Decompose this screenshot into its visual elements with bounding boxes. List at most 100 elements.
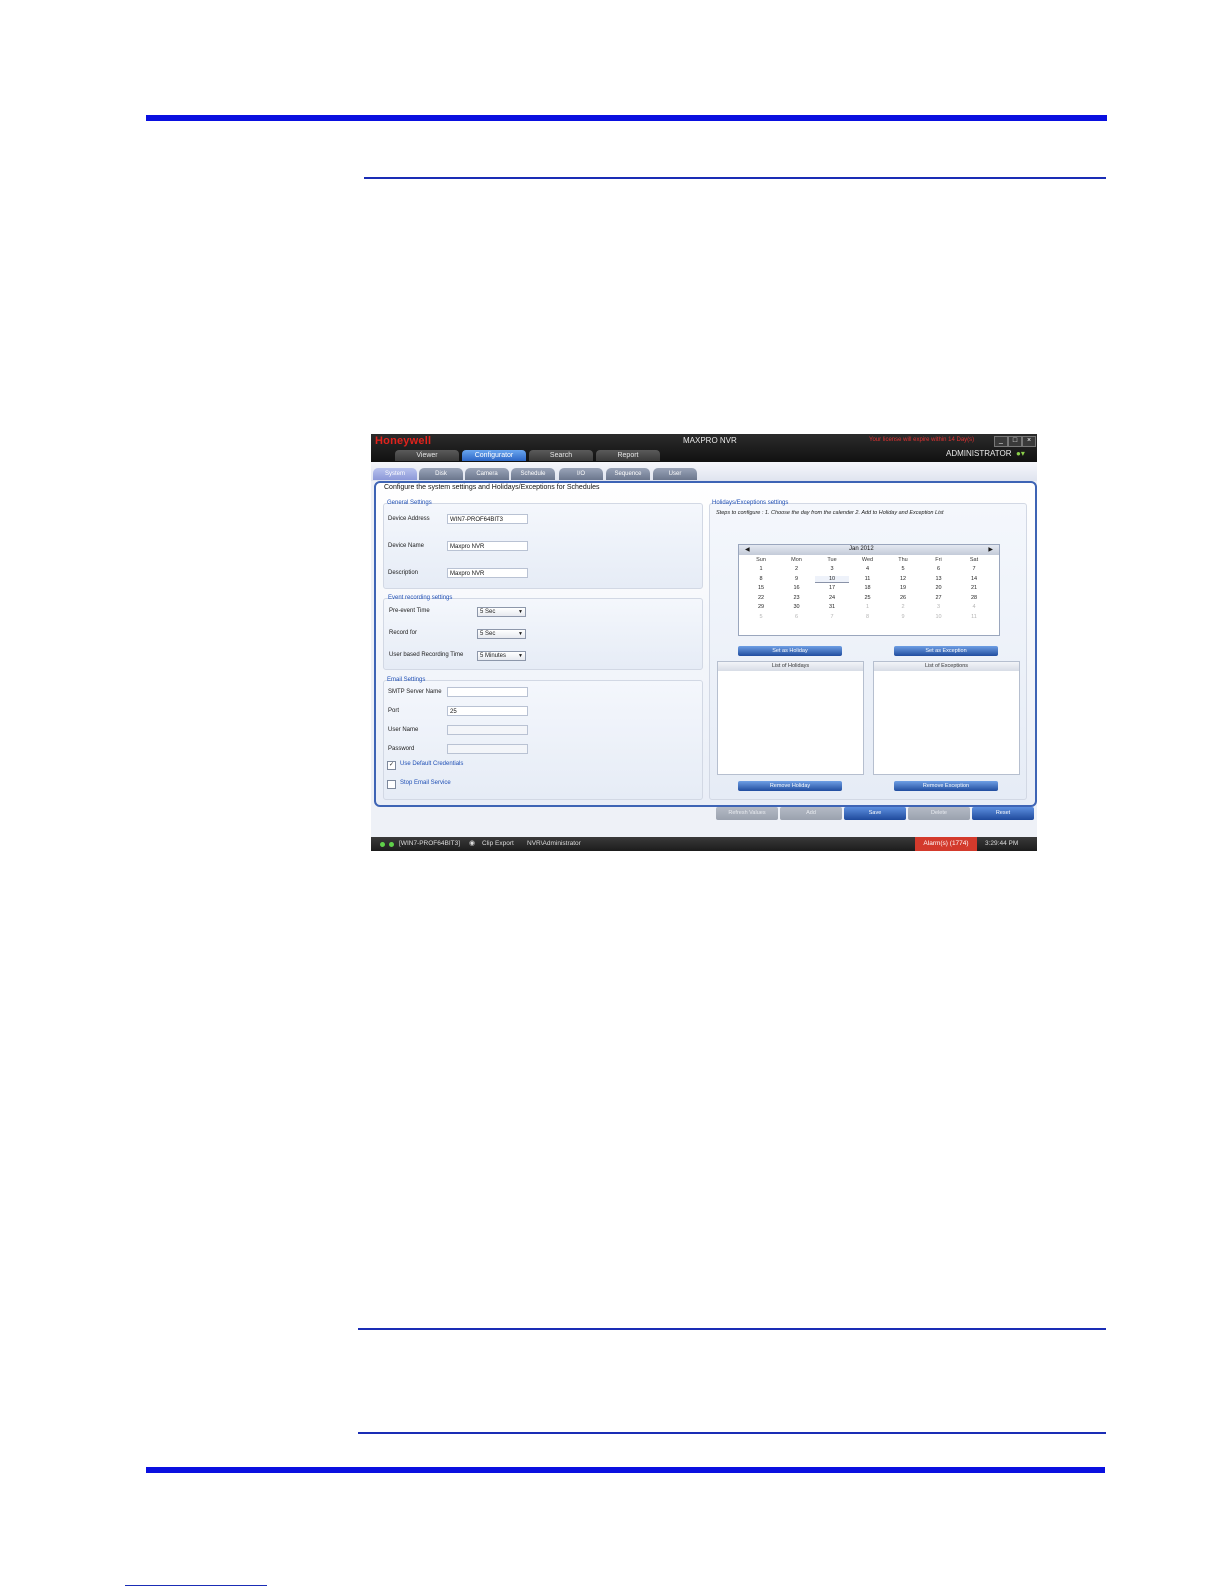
calendar-day[interactable]: 23 (780, 595, 814, 601)
calendar-day[interactable]: 3 (815, 566, 849, 572)
calendar-day[interactable]: 10 (815, 575, 849, 583)
reset-button[interactable]: Reset (972, 807, 1034, 820)
pre-event-select[interactable]: 5 Sec ▼ (477, 607, 526, 617)
calendar-day[interactable]: 2 (886, 604, 920, 610)
calendar-day[interactable]: 4 (851, 566, 885, 572)
event-recording-group (383, 598, 703, 670)
tab-viewer[interactable]: Viewer (395, 450, 459, 461)
calendar-day[interactable]: 6 (780, 614, 814, 620)
calendar-day[interactable]: 13 (922, 576, 956, 582)
user-recording-select[interactable]: 5 Minutes ▼ (477, 651, 526, 661)
calendar-day[interactable]: 31 (815, 604, 849, 610)
stop-email-checkbox[interactable] (387, 780, 396, 789)
calendar-day[interactable]: 8 (851, 614, 885, 620)
clip-export-icon[interactable]: ◉ (469, 839, 475, 847)
port-field[interactable]: 25 (447, 706, 528, 716)
device-address-field[interactable]: WIN7-PROF64BIT3 (447, 514, 528, 524)
calendar-day[interactable]: 28 (957, 595, 991, 601)
next-month-icon[interactable]: ▶ (988, 546, 993, 553)
calendar-day[interactable]: 11 (957, 614, 991, 620)
general-settings-title: General Settings (387, 500, 432, 506)
calendar-day[interactable]: 10 (922, 614, 956, 620)
calendar-day[interactable]: 25 (851, 595, 885, 601)
subtab-io[interactable]: I/O (559, 468, 603, 480)
calendar-day[interactable]: 18 (851, 585, 885, 591)
calendar-day[interactable]: 27 (922, 595, 956, 601)
calendar-dow: Wed (861, 557, 874, 563)
status-led-icon (389, 842, 394, 847)
event-recording-title: Event recording settings (388, 595, 453, 601)
holidays-list[interactable]: List of Holidays (717, 661, 864, 775)
calendar-day[interactable]: 1 (744, 566, 778, 572)
calendar-day[interactable]: 19 (886, 585, 920, 591)
set-holiday-button[interactable]: Set as Holiday (738, 646, 842, 656)
calendar-day[interactable]: 1 (851, 604, 885, 610)
password-label: Password (388, 746, 415, 752)
record-for-select[interactable]: 5 Sec ▼ (477, 629, 526, 639)
username-field[interactable] (447, 725, 528, 735)
delete-button[interactable]: Delete (908, 807, 970, 820)
remove-exception-button[interactable]: Remove Exception (894, 781, 998, 791)
calendar-day[interactable]: 14 (957, 576, 991, 582)
calendar-day[interactable]: 5 (744, 614, 778, 620)
calendar-day[interactable]: 5 (886, 566, 920, 572)
password-field[interactable] (447, 744, 528, 754)
exceptions-list[interactable]: List of Exceptions (873, 661, 1020, 775)
subtab-user[interactable]: User (653, 468, 697, 480)
calendar-day[interactable]: 20 (922, 585, 956, 591)
set-exception-button[interactable]: Set as Exception (894, 646, 998, 656)
minimize-icon[interactable]: _ (994, 436, 1008, 447)
calendar-day[interactable]: 12 (886, 576, 920, 582)
subtab-schedule[interactable]: Schedule (511, 468, 555, 480)
calendar-day[interactable]: 24 (815, 595, 849, 601)
tab-search[interactable]: Search (529, 450, 593, 461)
calendar-day[interactable]: 6 (922, 566, 956, 572)
prev-month-icon[interactable]: ◀ (745, 546, 750, 553)
tab-report[interactable]: Report (596, 450, 660, 461)
subtab-disk[interactable]: Disk (419, 468, 463, 480)
honeywell-logo: Honeywell (375, 435, 432, 447)
calendar-day[interactable]: 30 (780, 604, 814, 610)
calendar-day[interactable]: 17 (815, 585, 849, 591)
add-button[interactable]: Add (780, 807, 842, 820)
calendar-day[interactable]: 7 (815, 614, 849, 620)
calendar-day[interactable]: 29 (744, 604, 778, 610)
calendar-day[interactable]: 9 (886, 614, 920, 620)
calendar-day[interactable]: 21 (957, 585, 991, 591)
alarm-indicator[interactable]: Alarm(s) (1774) (915, 837, 977, 851)
calendar-day[interactable]: 11 (851, 576, 885, 582)
subtab-sequence[interactable]: Sequence (606, 468, 650, 480)
clip-export-link[interactable]: Clip Export (482, 840, 514, 847)
device-name-field[interactable]: Maxpro NVR (447, 541, 528, 551)
maximize-icon[interactable]: □ (1008, 436, 1022, 447)
user-recording-label: User based Recording Time (389, 652, 464, 658)
calendar-day[interactable]: 2 (780, 566, 814, 572)
users-icon[interactable]: ●▾ (1016, 449, 1025, 458)
calendar-day[interactable]: 4 (957, 604, 991, 610)
calendar-day[interactable]: 7 (957, 566, 991, 572)
refresh-values-button[interactable]: Refresh Values (716, 807, 778, 820)
status-bar: [WIN7-PROF64BIT3] ◉ Clip Export NVR\Admi… (371, 837, 1037, 851)
calendar-day[interactable]: 15 (744, 585, 778, 591)
license-notice: Your license will expire within 14 Day(s… (869, 437, 975, 443)
smtp-field[interactable] (447, 687, 528, 697)
use-default-checkbox[interactable]: ✓ (387, 761, 396, 770)
calendar-dow: Fri (935, 557, 942, 563)
calendar-dow: Thu (898, 557, 908, 563)
subtab-system[interactable]: System (373, 468, 417, 480)
calendar-day[interactable]: 22 (744, 595, 778, 601)
remove-holiday-button[interactable]: Remove Holiday (738, 781, 842, 791)
subtab-camera[interactable]: Camera (465, 468, 509, 480)
calendar-day[interactable]: 9 (780, 576, 814, 582)
calendar-day[interactable]: 8 (744, 576, 778, 582)
calendar-day[interactable]: 16 (780, 585, 814, 591)
close-icon[interactable]: × (1022, 436, 1036, 447)
description-field[interactable]: Maxpro NVR (447, 568, 528, 578)
calendar-day[interactable]: 3 (922, 604, 956, 610)
calendar[interactable]: ◀ Jan 2012 ▶ Sun Mon Tue Wed Thu Fri Sat 1 2 3 4 5 6… (738, 544, 1000, 636)
tab-configurator[interactable]: Configurator (462, 450, 526, 461)
save-button[interactable]: Save (844, 807, 906, 820)
calendar-day[interactable]: 26 (886, 595, 920, 601)
user-name[interactable]: ADMINISTRATOR (946, 449, 1011, 458)
use-default-label: Use Default Credentials (400, 761, 464, 767)
